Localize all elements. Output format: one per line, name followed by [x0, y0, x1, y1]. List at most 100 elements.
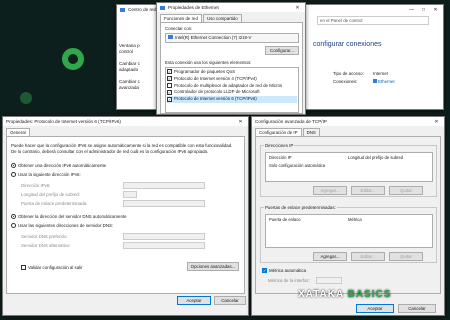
ipv6-general-panel: Puede hacer que la configuración IPv6 se… — [6, 136, 245, 294]
configure-button[interactable]: Configurar... — [265, 46, 299, 55]
tab-uso-compartido[interactable]: Uso compartido — [202, 14, 242, 22]
radio-selected[interactable] — [11, 163, 16, 169]
close-icon[interactable]: ✕ — [293, 5, 302, 11]
gateways-group: Puertas de enlace predeterminadas: Puert… — [260, 205, 437, 263]
sidebar-item[interactable]: adaptado — [119, 67, 157, 73]
network-icon — [160, 5, 165, 10]
access-type-value: Internet — [373, 71, 388, 76]
connections-label: Conexiones: — [333, 79, 358, 84]
background-ring-decoration — [62, 48, 84, 70]
radio[interactable] — [11, 223, 16, 229]
tab-ip-settings[interactable]: Configuración de IP — [255, 128, 302, 136]
ipv6-address-label: Dirección IPv6: — [21, 183, 51, 188]
close-icon[interactable]: ✕ — [431, 7, 440, 13]
checkbox[interactable] — [167, 82, 172, 88]
ok-button[interactable]: Aceptar — [356, 304, 394, 313]
ok-button[interactable]: Aceptar — [177, 296, 211, 305]
brand-suffix: BASICS — [347, 289, 392, 300]
ipv6-address-field[interactable] — [123, 182, 205, 189]
control-panel-search[interactable]: en el Panel de control — [317, 16, 429, 25]
list-item[interactable]: Protocolo de multiplexor de adaptador de… — [167, 83, 297, 90]
sidebar-item[interactable]: avanzada — [119, 85, 157, 91]
control-panel-sidebar: Ventana p control Cambiar c adaptado Cam… — [119, 43, 157, 109]
close-icon[interactable]: ✕ — [236, 119, 245, 125]
network-icon — [120, 7, 125, 12]
ethernet-tabs: Funciones de red Uso compartido — [157, 12, 305, 22]
brand-text: XATAKA — [298, 289, 344, 300]
components-list: ✓ Programador de paquetes QoS ✓ Protocolo … — [165, 67, 299, 113]
minimize-icon[interactable]: — — [407, 7, 416, 13]
advanced-tabs: Configuración de IP DNS — [252, 126, 444, 136]
edit-ip-button[interactable]: Editar... — [351, 186, 385, 195]
checkbox[interactable] — [21, 265, 26, 271]
radio[interactable] — [11, 172, 16, 178]
list-item[interactable]: ✓ Protocolo de Internet versión 6 (TCP/IP… — [167, 96, 297, 103]
cancel-button[interactable]: Cancelar — [214, 296, 246, 305]
column-header-metric: Métrica — [348, 217, 362, 222]
ip-address-table: Dirección IP Longitud del prefijo de sub… — [265, 152, 433, 182]
manual-ip-radio[interactable]: Usar la siguiente dirección IPv6: — [11, 172, 81, 178]
gateway-label: Puerta de enlace predeterminada: — [21, 201, 88, 206]
maximize-icon[interactable]: □ — [419, 7, 428, 13]
column-header-gateway: Puerta de enlace — [269, 217, 301, 222]
table-row: Solo configuración automática — [269, 163, 326, 168]
list-item[interactable]: ✓ Controlador de protocolo LLDP de Micros… — [167, 89, 297, 96]
checkbox-checked[interactable]: ✓ — [167, 96, 172, 102]
auto-dns-radio[interactable]: Obtener la dirección del servidor DNS au… — [11, 214, 127, 220]
alternate-dns-field[interactable] — [123, 242, 205, 249]
auto-metric-checkbox[interactable]: ✓ Métrica automática — [262, 268, 306, 274]
sidebar-item[interactable]: control — [119, 49, 157, 55]
tab-dns[interactable]: DNS — [302, 128, 320, 136]
access-type-label: Tipo de acceso: — [333, 71, 364, 76]
ethernet-properties-window: Propiedades de Ethernet ✕ Funciones de r… — [156, 2, 306, 115]
advanced-tcpip-dialog: Configuración avanzada de TCP/IP ✕ Confi… — [251, 116, 445, 316]
manual-dns-radio[interactable]: Usar las siguientes direcciones de servi… — [11, 223, 113, 229]
ipv6-title: Propiedades: Protocolo de Internet versi… — [6, 119, 121, 124]
adapter-icon — [168, 35, 173, 39]
edit-gateway-button[interactable]: Editar... — [351, 252, 385, 261]
advanced-options-button[interactable]: Opciones avanzadas... — [187, 262, 239, 271]
tab-funciones-de-red[interactable]: Funciones de red — [160, 14, 202, 22]
ipv6-properties-dialog: Propiedades: Protocolo de Internet versi… — [2, 116, 249, 316]
ethernet-icon — [373, 79, 377, 83]
checkbox-checked[interactable]: ✓ — [167, 89, 172, 95]
add-gateway-button[interactable]: Agregar... — [313, 252, 347, 261]
radio-selected[interactable] — [11, 214, 16, 220]
xataka-basics-watermark: XATAKA BASICS — [298, 289, 391, 300]
list-item[interactable]: ✓ Programador de paquetes QoS — [167, 69, 297, 76]
remove-ip-button[interactable]: Quitar — [389, 186, 423, 195]
ip-addresses-group: Direcciones IP Dirección IP Longitud del… — [260, 143, 437, 197]
remove-gateway-button[interactable]: Quitar — [389, 252, 423, 261]
alternate-dns-label: Servidor DNS alternativo: — [21, 243, 71, 248]
interface-metric-field[interactable] — [316, 277, 342, 284]
list-item[interactable]: ✓ Protocolo de Internet versión 4 (TCP/IP… — [167, 76, 297, 83]
connect-with-label: Conectar con: — [165, 26, 193, 31]
page-heading: configurar conexiones — [313, 41, 382, 48]
auto-ip-radio[interactable]: Obtener una dirección IPv6 automáticamen… — [11, 163, 106, 169]
column-header-prefix: Longitud del prefijo de subred — [348, 155, 404, 160]
adapter-field: Intel(R) Ethernet Connection (7) I219-V — [165, 33, 299, 43]
advanced-titlebar: Configuración avanzada de TCP/IP ✕ — [252, 117, 444, 126]
add-ip-button[interactable]: Agregar... — [313, 186, 347, 195]
gateway-table: Puerta de enlace Métrica — [265, 214, 433, 248]
preferred-dns-field[interactable] — [123, 233, 205, 240]
items-label: Esta conexión usa los siguientes element… — [165, 60, 252, 65]
checkbox-checked[interactable]: ✓ — [167, 76, 172, 82]
background-dot-decoration — [20, 92, 32, 104]
interface-metric-label: Métrica de la interfaz: — [268, 278, 310, 283]
tab-general[interactable]: General — [6, 128, 30, 136]
close-icon[interactable]: ✕ — [432, 119, 441, 125]
cancel-button[interactable]: Cancelar — [398, 304, 436, 313]
column-header-ip: Dirección IP — [269, 155, 292, 160]
preferred-dns-label: Servidor DNS preferido: — [21, 234, 68, 239]
ipv6-description: Puede hacer que la configuración IPv6 se… — [11, 143, 233, 154]
gateway-field[interactable] — [123, 200, 205, 207]
connection-link[interactable]: Ethernet — [373, 79, 395, 84]
prefix-length-field[interactable] — [123, 191, 137, 198]
checkbox-checked[interactable]: ✓ — [167, 69, 172, 75]
ethernet-tab-panel: Conectar con: Intel(R) Ethernet Connecti… — [160, 22, 303, 114]
validate-checkbox[interactable]: Validar configuración al salir — [21, 265, 83, 271]
ethernet-properties-titlebar: Propiedades de Ethernet ✕ — [157, 3, 305, 12]
checkbox-checked[interactable]: ✓ — [262, 268, 267, 274]
advanced-title: Configuración avanzada de TCP/IP — [255, 119, 327, 124]
